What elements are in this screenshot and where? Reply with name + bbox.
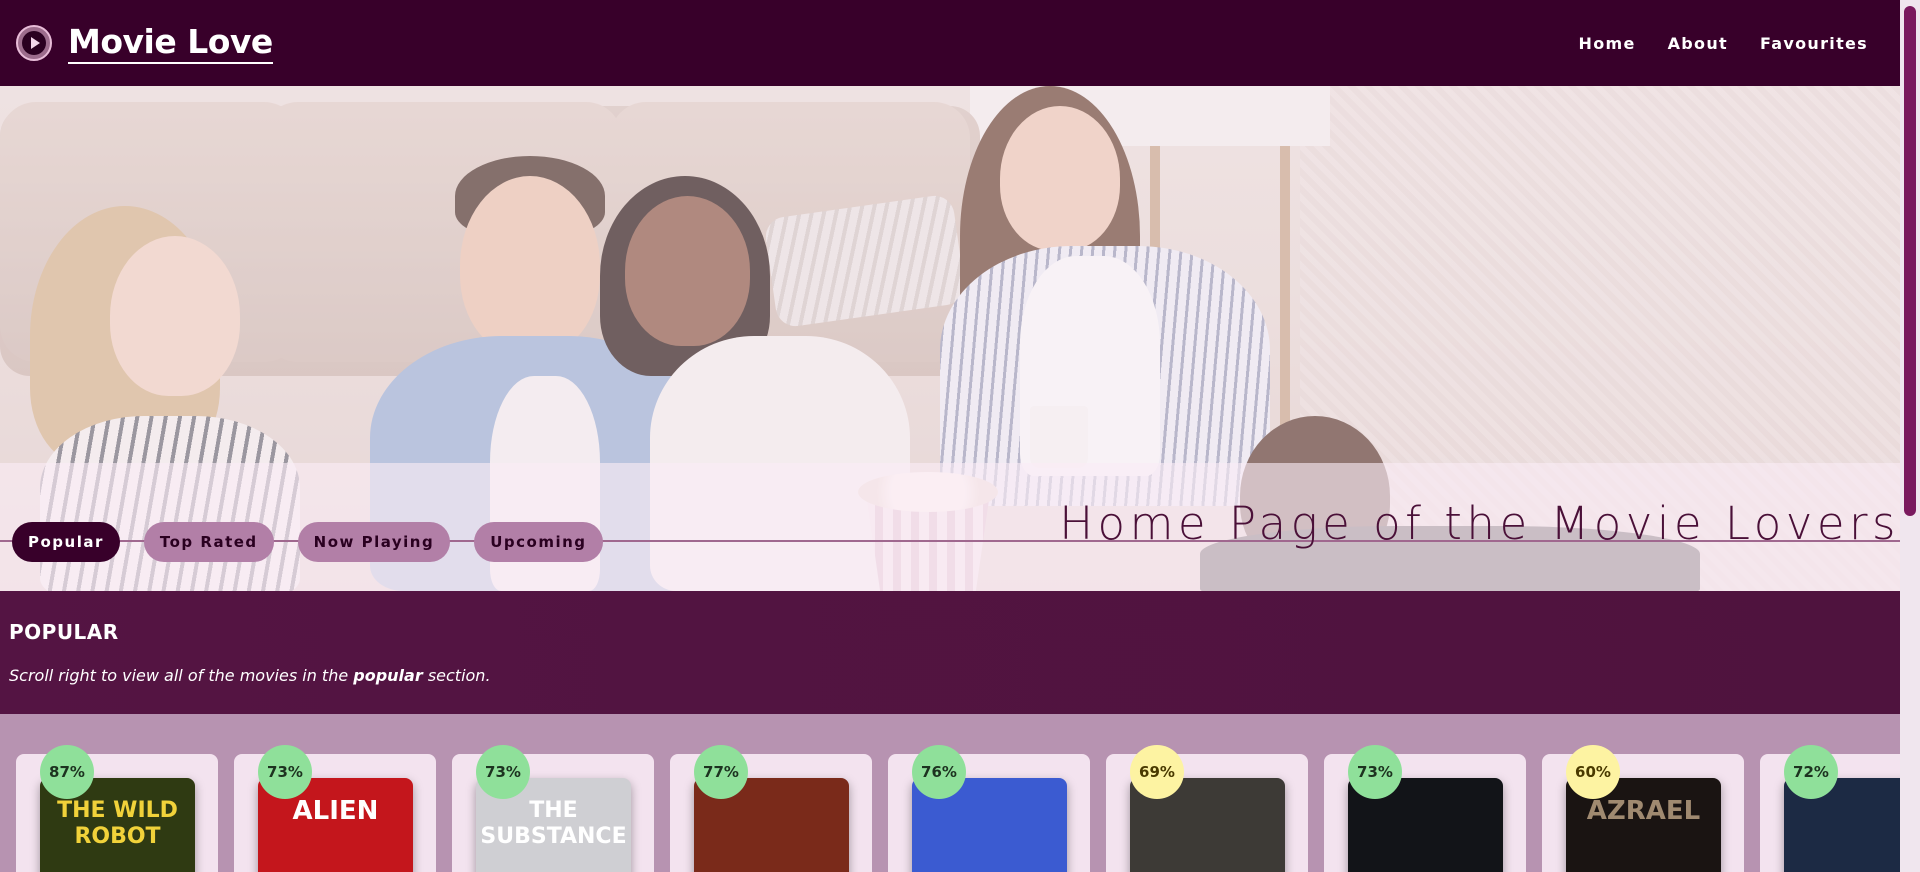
tab-top-rated[interactable]: Top Rated [143,522,274,562]
main-nav: Home About Favourites [1579,0,1868,86]
hero-title: Home Page of the Movie Lovers [1059,497,1900,550]
tab-now-playing[interactable]: Now Playing [297,522,451,562]
movie-card[interactable]: AZRAEL 60% [1542,745,1744,872]
movie-card[interactable]: 69% [1106,745,1308,872]
poster-title-text: ALIEN [292,796,379,826]
section-header [0,591,1900,714]
scrollbar-thumb[interactable] [1904,6,1916,516]
site-title: Movie Love [68,22,273,64]
tab-popular[interactable]: Popular [12,522,120,562]
rating-badge: 60% [1566,745,1620,799]
logo-link[interactable]: Movie Love [16,22,273,64]
nav-home[interactable]: Home [1579,34,1636,53]
tab-upcoming[interactable]: Upcoming [474,522,603,562]
movie-card[interactable]: 73% [1324,745,1526,872]
movie-card[interactable]: THE SUBSTANCE 73% [452,745,654,872]
movie-card[interactable]: THE WILD ROBOT 87% [16,745,218,872]
rating-badge: 73% [1348,745,1402,799]
movie-card[interactable]: 77% [670,745,872,872]
poster-title-text: THE SUBSTANCE [480,798,627,849]
section-title: POPULAR [9,620,119,644]
movie-card[interactable]: 76% [888,745,1090,872]
rating-badge: 87% [40,745,94,799]
rating-badge: 73% [476,745,530,799]
nav-about[interactable]: About [1668,34,1728,53]
page-scrollbar[interactable] [1900,0,1920,872]
top-navbar: Movie Love Home About Favourites [0,0,1900,86]
poster-title-text: THE WILD ROBOT [57,798,178,849]
play-logo-icon [16,25,52,61]
section-description: Scroll right to view all of the movies i… [9,666,491,685]
rating-badge: 69% [1130,745,1184,799]
rating-badge: 72% [1784,745,1838,799]
nav-favourites[interactable]: Favourites [1760,34,1868,53]
movie-filter-tabs: Popular Top Rated Now Playing Upcoming [12,522,603,562]
rating-badge: 73% [258,745,312,799]
poster-title-text: AZRAEL [1586,796,1701,826]
movie-card[interactable]: 72% [1760,745,1920,872]
rating-badge: 76% [912,745,966,799]
rating-badge: 77% [694,745,748,799]
movie-card[interactable]: ALIEN 73% [234,745,436,872]
movie-carousel[interactable]: THE WILD ROBOT 87% ALIEN 73% THE SUBSTANCE 73… [16,745,1920,872]
